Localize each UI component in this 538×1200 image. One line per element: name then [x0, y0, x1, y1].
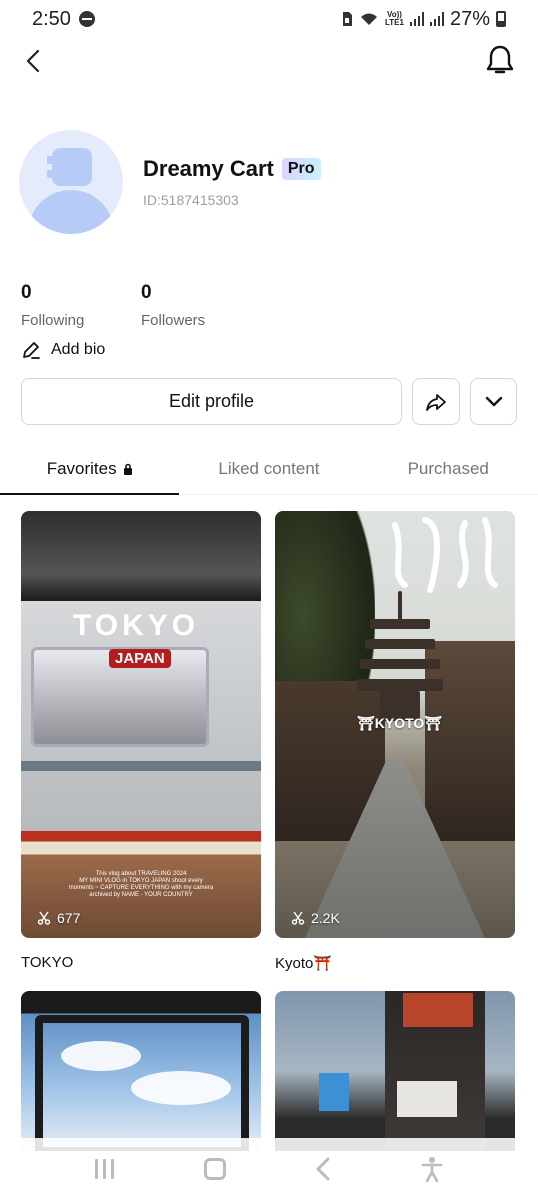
- sim-card-icon: [343, 12, 352, 26]
- nav-back-icon[interactable]: [315, 1157, 331, 1181]
- network-type: Vo)) LTE1: [385, 11, 404, 27]
- status-right: Vo)) LTE1 27%: [341, 8, 506, 31]
- chevron-left-icon: [26, 49, 40, 73]
- edit-profile-label: Edit profile: [168, 391, 255, 411]
- card-usage-count: 677: [37, 910, 80, 926]
- network-label-bottom: LTE1: [385, 18, 404, 27]
- content-tabs: Favorites Liked content Purchased: [0, 444, 538, 495]
- followers-stat[interactable]: 0 Followers: [141, 282, 205, 329]
- following-count: 0: [21, 282, 32, 303]
- default-avatar-icon: [29, 148, 113, 234]
- card-title: TOKYO: [21, 954, 74, 971]
- overlay-label: ⛩KYOTO⛩: [357, 715, 443, 731]
- signal-2-icon: [429, 12, 444, 26]
- pro-badge: Pro: [281, 158, 321, 180]
- thumbnail-art: [392, 517, 498, 593]
- battery-percent: 27%: [449, 7, 490, 30]
- bell-icon: [486, 45, 514, 74]
- system-navigation-bar: [0, 1138, 538, 1200]
- following-label: Following: [21, 312, 85, 329]
- card-usage-count: 2.2K: [291, 910, 340, 926]
- status-time: 2:50: [32, 7, 71, 30]
- overlay-caption: This vlog about TRAVELING 2024 MY MINI V…: [68, 871, 214, 898]
- status-bar: 2:50 Vo)) LTE1 27%: [0, 0, 538, 38]
- tab-purchased-label: Purchased: [407, 459, 489, 478]
- recent-apps-button[interactable]: [94, 1159, 114, 1179]
- followers-label: Followers: [141, 312, 206, 329]
- overlay-badge: JAPAN: [109, 649, 171, 668]
- pagoda-art: [355, 591, 445, 721]
- add-bio-label: Add bio: [51, 341, 106, 358]
- tab-purchased[interactable]: Purchased: [359, 444, 538, 494]
- card-title: Kyoto⛩️: [275, 955, 333, 972]
- more-options-button[interactable]: [470, 378, 517, 425]
- thumbnail-art: [397, 1081, 457, 1117]
- share-arrow-icon: [426, 393, 446, 411]
- signal-1-icon: [409, 12, 424, 26]
- back-button[interactable]: [16, 44, 50, 78]
- following-stat[interactable]: 0 Following: [21, 282, 84, 329]
- thumbnail-art: [319, 1073, 349, 1111]
- card-count-value: 2.2K: [311, 910, 340, 926]
- card-thumbnail[interactable]: [21, 991, 261, 1151]
- card-thumbnail[interactable]: TOKYO JAPAN This vlog about TRAVELING 20…: [21, 511, 261, 938]
- tab-favorites-label: Favorites: [46, 459, 117, 478]
- tab-liked-content[interactable]: Liked content: [179, 444, 358, 494]
- do-not-disturb-icon: [78, 11, 95, 27]
- pencil-icon: [23, 342, 40, 359]
- profile-name-row: Dreamy Cart Pro: [143, 156, 321, 182]
- scissors-icon: [37, 911, 51, 925]
- thumbnail-art: [21, 511, 261, 601]
- favorite-card-train-window[interactable]: [21, 991, 261, 1151]
- card-thumbnail[interactable]: [275, 991, 515, 1151]
- thumbnail-art: [403, 993, 473, 1027]
- profile-name: Dreamy Cart: [143, 156, 274, 181]
- profile-id[interactable]: ID:5187415303: [143, 192, 239, 208]
- thumbnail-art: [35, 1015, 249, 1151]
- tab-favorites[interactable]: Favorites: [0, 444, 180, 495]
- add-bio-button[interactable]: Add bio: [21, 340, 105, 360]
- tab-liked-content-label: Liked content: [218, 459, 320, 478]
- chevron-down-icon: [485, 396, 502, 406]
- status-left: 2:50: [32, 8, 95, 31]
- scissors-icon: [291, 911, 305, 925]
- lock-icon: [123, 463, 132, 475]
- battery-icon: [496, 11, 506, 27]
- edit-profile-button[interactable]: Edit profile: [21, 378, 402, 425]
- card-thumbnail[interactable]: ⛩KYOTO⛩ 2.2K: [275, 511, 515, 938]
- favorite-card-tokyo[interactable]: TOKYO JAPAN This vlog about TRAVELING 20…: [21, 511, 261, 971]
- card-count-value: 677: [57, 910, 81, 926]
- favorite-card-city[interactable]: [275, 991, 515, 1151]
- thumbnail-art: [21, 761, 261, 771]
- share-profile-button[interactable]: [412, 378, 460, 425]
- wifi-icon: [361, 13, 377, 25]
- accessibility-icon[interactable]: [421, 1156, 443, 1182]
- avatar[interactable]: [19, 130, 123, 234]
- favorite-card-kyoto[interactable]: ⛩KYOTO⛩ 2.2K Kyoto⛩️: [275, 511, 515, 972]
- notifications-button[interactable]: [482, 42, 518, 78]
- home-button[interactable]: [203, 1158, 226, 1180]
- followers-count: 0: [141, 282, 152, 303]
- overlay-title: TOKYO: [73, 609, 200, 642]
